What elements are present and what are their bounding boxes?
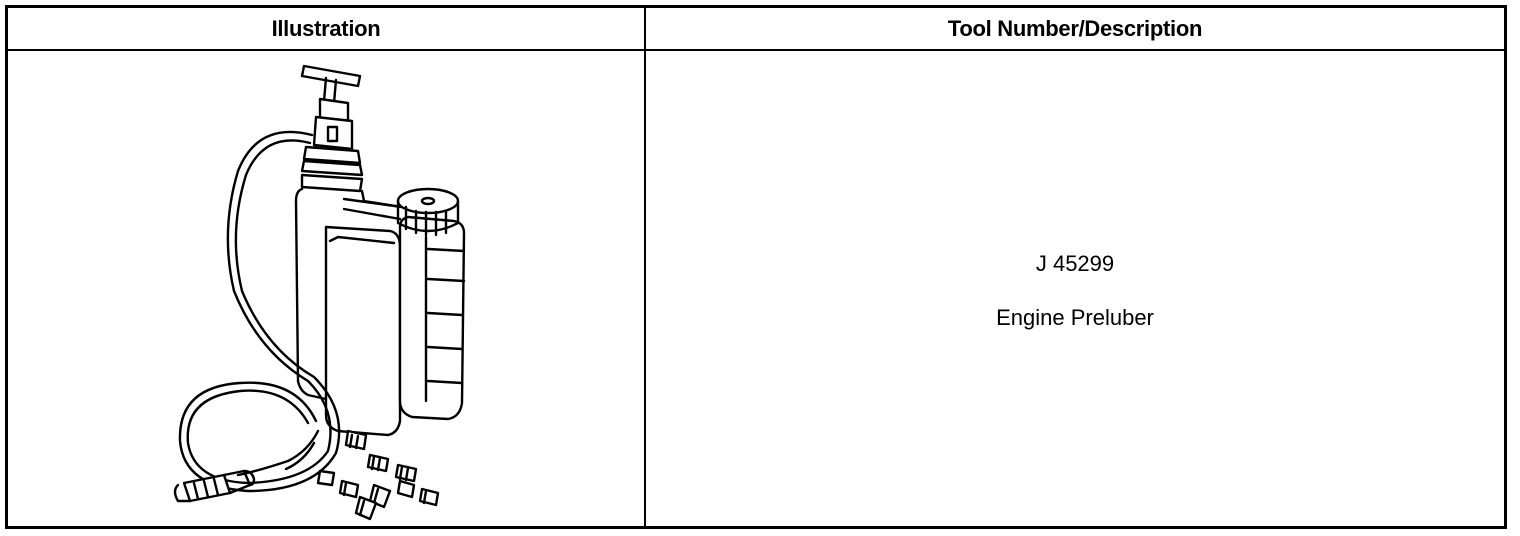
header-tool-description: Tool Number/Description	[947, 15, 1203, 41]
tool-name: Engine Preluber	[996, 305, 1154, 330]
tool-table: Illustration Tool Number/Description J 4…	[5, 5, 1507, 529]
illustration-cell	[8, 51, 644, 526]
description-cell: J 45299 Engine Preluber	[646, 51, 1504, 526]
header-illustration: Illustration	[271, 15, 381, 41]
engine-preluber-illustration	[173, 64, 466, 521]
table-header-row: Illustration Tool Number/Description	[8, 8, 1504, 51]
tool-number: J 45299	[1035, 251, 1115, 276]
